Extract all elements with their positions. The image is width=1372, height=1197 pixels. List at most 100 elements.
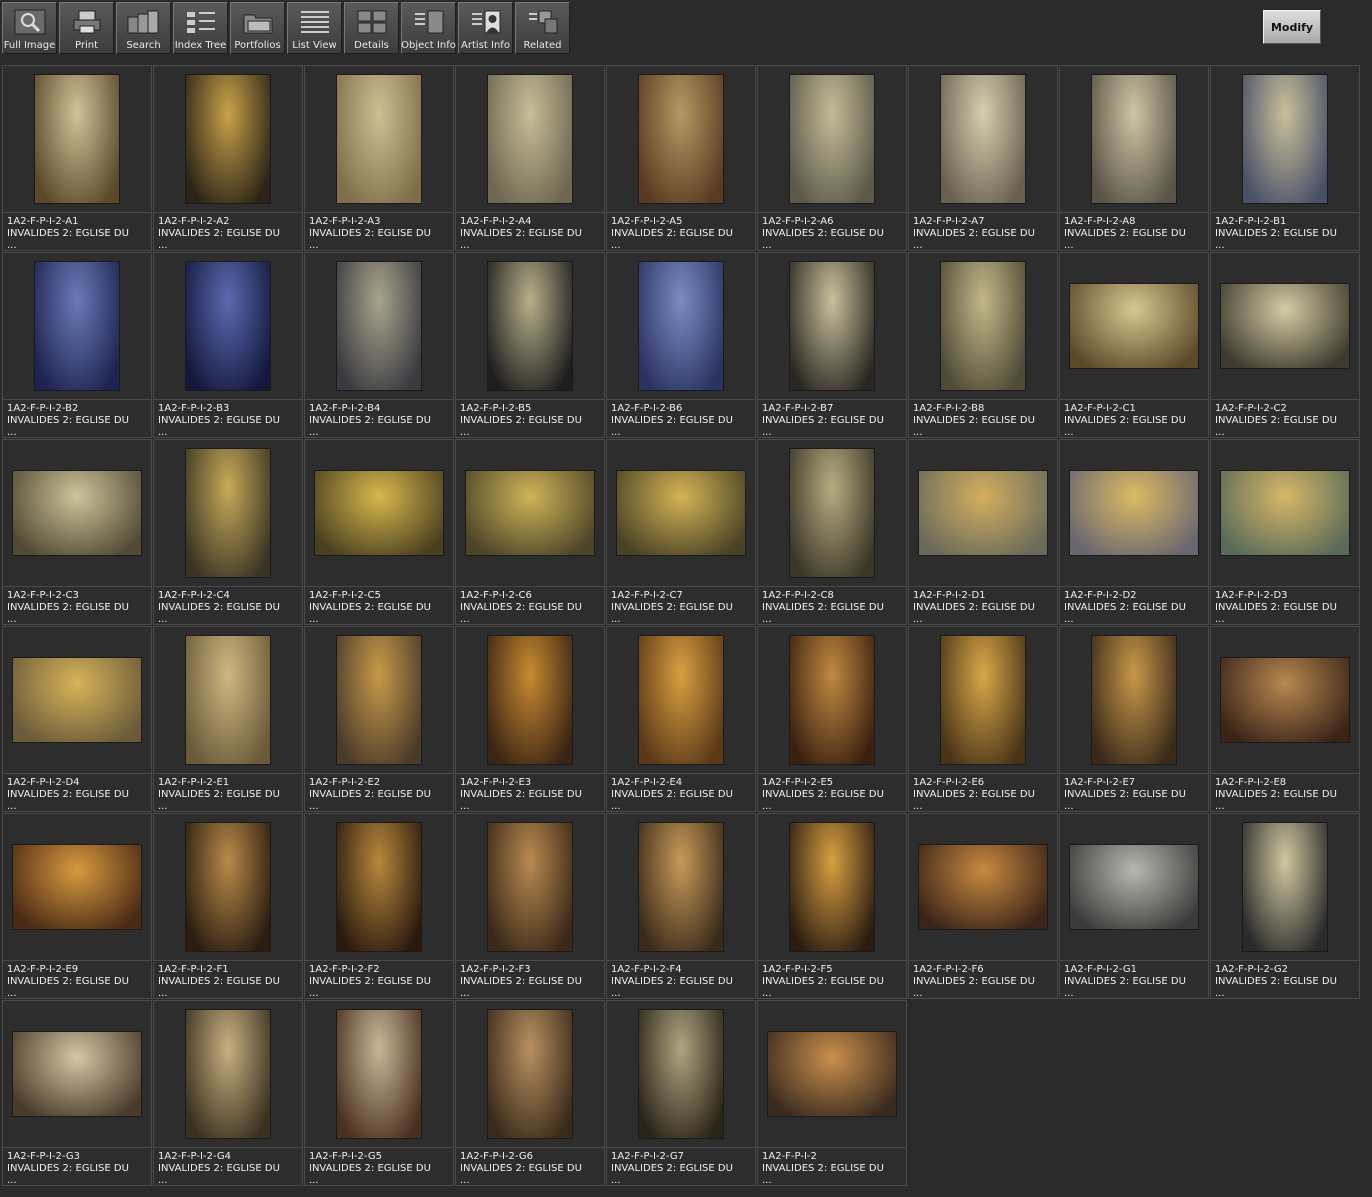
thumbnail-card[interactable]: 1A2-F-P-I-2-C6 INVALIDES 2: EGLISE DU... [455,439,605,625]
thumbnail-image[interactable] [337,262,421,390]
thumbnail-image[interactable] [790,636,874,764]
thumbnail-image[interactable] [186,75,270,203]
thumbnail-card[interactable]: 1A2-F-P-I-2-B3 INVALIDES 2: EGLISE DU... [153,252,303,438]
thumbnail-card[interactable]: 1A2-F-P-I-2-A4 INVALIDES 2: EGLISE DU... [455,65,605,251]
thumbnail-image[interactable] [186,636,270,764]
toolbar-button-search[interactable]: Search [116,2,171,54]
thumbnail-image[interactable] [488,823,572,951]
thumbnail-image[interactable] [790,449,874,577]
thumbnail-card[interactable]: 1A2-F-P-I-2-E9 INVALIDES 2: EGLISE DU... [2,813,152,999]
thumbnail-card[interactable]: 1A2-F-P-I-2-C2 INVALIDES 2: EGLISE DU... [1210,252,1360,438]
thumbnail-card[interactable]: 1A2-F-P-I-2-A2 INVALIDES 2: EGLISE DU... [153,65,303,251]
thumbnail-image[interactable] [941,636,1025,764]
thumbnail-image[interactable] [186,1010,270,1138]
thumbnail-card[interactable]: 1A2-F-P-I-2-G6 INVALIDES 2: EGLISE DU... [455,1000,605,1186]
thumbnail-image[interactable] [639,636,723,764]
thumbnail-card[interactable]: 1A2-F-P-I-2-F1 INVALIDES 2: EGLISE DU... [153,813,303,999]
thumbnail-card[interactable]: 1A2-F-P-I-2-B7 INVALIDES 2: EGLISE DU... [757,252,907,438]
toolbar-button-full-image[interactable]: Full Image [2,2,57,54]
thumbnail-card[interactable]: 1A2-F-P-I-2-C4 INVALIDES 2: EGLISE DU... [153,439,303,625]
toolbar-button-print[interactable]: Print [59,2,114,54]
thumbnail-card[interactable]: 1A2-F-P-I-2-G3 INVALIDES 2: EGLISE DU... [2,1000,152,1186]
thumbnail-image[interactable] [1243,823,1327,951]
thumbnail-image[interactable] [35,262,119,390]
thumbnail-card[interactable]: 1A2-F-P-I-2-A3 INVALIDES 2: EGLISE DU... [304,65,454,251]
thumbnail-image[interactable] [790,823,874,951]
thumbnail-card[interactable]: 1A2-F-P-I-2-E8 INVALIDES 2: EGLISE DU... [1210,626,1360,812]
thumbnail-card[interactable]: 1A2-F-P-I-2-D2 INVALIDES 2: EGLISE DU... [1059,439,1209,625]
thumbnail-image[interactable] [337,1010,421,1138]
thumbnail-image[interactable] [315,471,443,555]
toolbar-button-related[interactable]: Related [515,2,570,54]
thumbnail-card[interactable]: 1A2-F-P-I-2-G4 INVALIDES 2: EGLISE DU... [153,1000,303,1186]
thumbnail-card[interactable]: 1A2-F-P-I-2-B8 INVALIDES 2: EGLISE DU... [908,252,1058,438]
thumbnail-image[interactable] [337,75,421,203]
thumbnail-card[interactable]: 1A2-F-P-I-2-F3 INVALIDES 2: EGLISE DU... [455,813,605,999]
thumbnail-image[interactable] [919,845,1047,929]
thumbnail-image[interactable] [35,75,119,203]
thumbnail-image[interactable] [186,449,270,577]
toolbar-button-list-view[interactable]: List View [287,2,342,54]
thumbnail-image[interactable] [13,845,141,929]
thumbnail-image[interactable] [1092,75,1176,203]
thumbnail-image[interactable] [639,262,723,390]
thumbnail-card[interactable]: 1A2-F-P-I-2-G2 INVALIDES 2: EGLISE DU... [1210,813,1360,999]
toolbar-button-object-info[interactable]: Object Info [401,2,456,54]
thumbnail-image[interactable] [790,75,874,203]
thumbnail-image[interactable] [186,262,270,390]
toolbar-button-portfolios[interactable]: Portfolios [230,2,285,54]
thumbnail-image[interactable] [941,75,1025,203]
thumbnail-card[interactable]: 1A2-F-P-I-2-F4 INVALIDES 2: EGLISE DU... [606,813,756,999]
modify-button[interactable]: Modify [1263,10,1321,44]
thumbnail-card[interactable]: 1A2-F-P-I-2-E5 INVALIDES 2: EGLISE DU... [757,626,907,812]
thumbnail-image[interactable] [13,658,141,742]
thumbnail-image[interactable] [466,471,594,555]
thumbnail-image[interactable] [186,823,270,951]
thumbnail-card[interactable]: 1A2-F-P-I-2-C1 INVALIDES 2: EGLISE DU... [1059,252,1209,438]
thumbnail-image[interactable] [941,262,1025,390]
thumbnail-card[interactable]: 1A2-F-P-I-2-B1 INVALIDES 2: EGLISE DU... [1210,65,1360,251]
thumbnail-image[interactable] [1092,636,1176,764]
thumbnail-card[interactable]: 1A2-F-P-I-2-A6 INVALIDES 2: EGLISE DU... [757,65,907,251]
thumbnail-card[interactable]: 1A2-F-P-I-2 INVALIDES 2: EGLISE DU... [757,1000,907,1186]
thumbnail-card[interactable]: 1A2-F-P-I-2-F2 INVALIDES 2: EGLISE DU... [304,813,454,999]
thumbnail-card[interactable]: 1A2-F-P-I-2-A1 INVALIDES 2: EGLISE DU... [2,65,152,251]
thumbnail-card[interactable]: 1A2-F-P-I-2-F5 INVALIDES 2: EGLISE DU... [757,813,907,999]
thumbnail-image[interactable] [639,1010,723,1138]
thumbnail-image[interactable] [337,636,421,764]
thumbnail-card[interactable]: 1A2-F-P-I-2-B6 INVALIDES 2: EGLISE DU... [606,252,756,438]
thumbnail-image[interactable] [1221,471,1349,555]
thumbnail-card[interactable]: 1A2-F-P-I-2-A5 INVALIDES 2: EGLISE DU... [606,65,756,251]
thumbnail-card[interactable]: 1A2-F-P-I-2-G1 INVALIDES 2: EGLISE DU... [1059,813,1209,999]
thumbnail-card[interactable]: 1A2-F-P-I-2-A7 INVALIDES 2: EGLISE DU... [908,65,1058,251]
thumbnail-image[interactable] [13,1032,141,1116]
thumbnail-image[interactable] [488,75,572,203]
thumbnail-card[interactable]: 1A2-F-P-I-2-B4 INVALIDES 2: EGLISE DU... [304,252,454,438]
thumbnail-image[interactable] [488,636,572,764]
thumbnail-image[interactable] [1070,845,1198,929]
thumbnail-image[interactable] [617,471,745,555]
thumbnail-card[interactable]: 1A2-F-P-I-2-E2 INVALIDES 2: EGLISE DU... [304,626,454,812]
thumbnail-image[interactable] [1243,75,1327,203]
thumbnail-card[interactable]: 1A2-F-P-I-2-E1 INVALIDES 2: EGLISE DU... [153,626,303,812]
thumbnail-image[interactable] [1221,284,1349,368]
thumbnail-image[interactable] [1221,658,1349,742]
thumbnail-card[interactable]: 1A2-F-P-I-2-B2 INVALIDES 2: EGLISE DU... [2,252,152,438]
thumbnail-card[interactable]: 1A2-F-P-I-2-E7 INVALIDES 2: EGLISE DU... [1059,626,1209,812]
toolbar-button-details[interactable]: Details [344,2,399,54]
thumbnail-image[interactable] [790,262,874,390]
toolbar-button-artist-info[interactable]: Artist Info [458,2,513,54]
thumbnail-image[interactable] [768,1032,896,1116]
thumbnail-image[interactable] [488,262,572,390]
thumbnail-card[interactable]: 1A2-F-P-I-2-D4 INVALIDES 2: EGLISE DU... [2,626,152,812]
toolbar-button-index-tree[interactable]: Index Tree [173,2,228,54]
thumbnail-card[interactable]: 1A2-F-P-I-2-C5 INVALIDES 2: EGLISE DU... [304,439,454,625]
thumbnail-card[interactable]: 1A2-F-P-I-2-A8 INVALIDES 2: EGLISE DU... [1059,65,1209,251]
thumbnail-image[interactable] [1070,284,1198,368]
thumbnail-card[interactable]: 1A2-F-P-I-2-B5 INVALIDES 2: EGLISE DU... [455,252,605,438]
thumbnail-card[interactable]: 1A2-F-P-I-2-G7 INVALIDES 2: EGLISE DU... [606,1000,756,1186]
thumbnail-image[interactable] [13,471,141,555]
thumbnail-image[interactable] [639,823,723,951]
thumbnail-card[interactable]: 1A2-F-P-I-2-E4 INVALIDES 2: EGLISE DU... [606,626,756,812]
thumbnail-card[interactable]: 1A2-F-P-I-2-C3 INVALIDES 2: EGLISE DU... [2,439,152,625]
